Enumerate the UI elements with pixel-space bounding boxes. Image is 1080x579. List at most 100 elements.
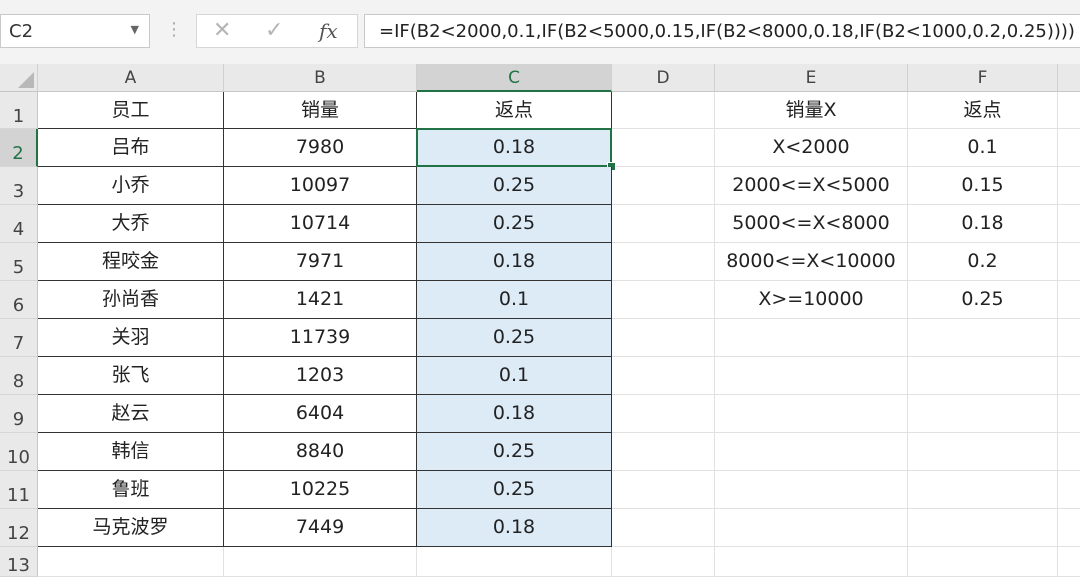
cell-e3[interactable]: 2000<=X<5000	[715, 167, 908, 205]
enter-icon[interactable]: ✓	[265, 18, 283, 43]
row-header-4[interactable]: 4	[0, 205, 38, 243]
cell-b5[interactable]: 7971	[224, 243, 417, 281]
cell-f11[interactable]	[908, 471, 1058, 509]
cell-a3[interactable]: 小乔	[38, 167, 224, 205]
cell-c6[interactable]: 0.1	[417, 281, 612, 319]
cell-c10[interactable]: 0.25	[417, 433, 612, 471]
col-header-a[interactable]: A	[38, 64, 224, 92]
cell-d6[interactable]	[612, 281, 715, 319]
cell-g9[interactable]	[1058, 395, 1080, 433]
cell-b9[interactable]: 6404	[224, 395, 417, 433]
cell-g10[interactable]	[1058, 433, 1080, 471]
col-header-d[interactable]: D	[612, 64, 715, 92]
cell-f9[interactable]	[908, 395, 1058, 433]
cell-e11[interactable]	[715, 471, 908, 509]
row-header-6[interactable]: 6	[0, 281, 38, 319]
cell-g3[interactable]	[1058, 167, 1080, 205]
cell-d13[interactable]	[612, 547, 715, 577]
cell-a4[interactable]: 大乔	[38, 205, 224, 243]
cell-a11[interactable]: 鲁班	[38, 471, 224, 509]
cell-c11[interactable]: 0.25	[417, 471, 612, 509]
cell-c8[interactable]: 0.1	[417, 357, 612, 395]
select-all-button[interactable]	[0, 64, 38, 92]
cell-d2[interactable]	[612, 129, 715, 167]
cell-a9[interactable]: 赵云	[38, 395, 224, 433]
cell-g1[interactable]	[1058, 92, 1080, 129]
cell-f13[interactable]	[908, 547, 1058, 577]
cell-d8[interactable]	[612, 357, 715, 395]
row-header-10[interactable]: 10	[0, 433, 38, 471]
cell-a7[interactable]: 关羽	[38, 319, 224, 357]
col-header-f[interactable]: F	[908, 64, 1058, 92]
cell-g4[interactable]	[1058, 205, 1080, 243]
row-header-7[interactable]: 7	[0, 319, 38, 357]
name-box-dropdown-icon[interactable]: ▼	[131, 23, 139, 36]
cell-d9[interactable]	[612, 395, 715, 433]
cell-a2[interactable]: 吕布	[38, 129, 224, 167]
cell-d10[interactable]	[612, 433, 715, 471]
cell-c12[interactable]: 0.18	[417, 509, 612, 547]
cell-f7[interactable]	[908, 319, 1058, 357]
cell-b12[interactable]: 7449	[224, 509, 417, 547]
cell-d5[interactable]	[612, 243, 715, 281]
cell-b6[interactable]: 1421	[224, 281, 417, 319]
cell-b2[interactable]: 7980	[224, 129, 417, 167]
cell-f5[interactable]: 0.2	[908, 243, 1058, 281]
cell-c1[interactable]: 返点	[417, 92, 612, 129]
row-header-5[interactable]: 5	[0, 243, 38, 281]
cell-c3[interactable]: 0.25	[417, 167, 612, 205]
cell-a1[interactable]: 员工	[38, 92, 224, 129]
row-header-11[interactable]: 11	[0, 471, 38, 509]
cell-c5[interactable]: 0.18	[417, 243, 612, 281]
cell-b3[interactable]: 10097	[224, 167, 417, 205]
cell-b11[interactable]: 10225	[224, 471, 417, 509]
cell-g13[interactable]	[1058, 547, 1080, 577]
cell-a10[interactable]: 韩信	[38, 433, 224, 471]
cell-c13[interactable]	[417, 547, 612, 577]
cell-e8[interactable]	[715, 357, 908, 395]
cell-b7[interactable]: 11739	[224, 319, 417, 357]
cell-e1[interactable]: 销量X	[715, 92, 908, 129]
cell-e6[interactable]: X>=10000	[715, 281, 908, 319]
cell-a6[interactable]: 孙尚香	[38, 281, 224, 319]
cell-g7[interactable]	[1058, 319, 1080, 357]
cell-d11[interactable]	[612, 471, 715, 509]
name-box[interactable]: C2 ▼	[0, 14, 150, 48]
cell-d7[interactable]	[612, 319, 715, 357]
row-header-12[interactable]: 12	[0, 509, 38, 547]
col-header-b[interactable]: B	[224, 64, 417, 92]
cell-e7[interactable]	[715, 319, 908, 357]
row-header-9[interactable]: 9	[0, 395, 38, 433]
cell-d3[interactable]	[612, 167, 715, 205]
insert-function-icon[interactable]: fx	[319, 19, 338, 43]
cell-e5[interactable]: 8000<=X<10000	[715, 243, 908, 281]
cell-g6[interactable]	[1058, 281, 1080, 319]
row-header-8[interactable]: 8	[0, 357, 38, 395]
cell-g8[interactable]	[1058, 357, 1080, 395]
cell-a12[interactable]: 马克波罗	[38, 509, 224, 547]
cell-b4[interactable]: 10714	[224, 205, 417, 243]
cell-g5[interactable]	[1058, 243, 1080, 281]
cancel-icon[interactable]: ✕	[213, 18, 231, 43]
cell-e10[interactable]	[715, 433, 908, 471]
cell-a5[interactable]: 程咬金	[38, 243, 224, 281]
cell-f10[interactable]	[908, 433, 1058, 471]
col-header-e[interactable]: E	[715, 64, 908, 92]
formula-input[interactable]: =IF(B2<2000,0.1,IF(B2<5000,0.15,IF(B2<80…	[364, 14, 1080, 48]
cell-c2[interactable]: 0.18	[417, 129, 612, 167]
row-header-1[interactable]: 1	[0, 92, 38, 129]
cell-g2[interactable]	[1058, 129, 1080, 167]
cell-e9[interactable]	[715, 395, 908, 433]
row-header-3[interactable]: 3	[0, 167, 38, 205]
cell-f4[interactable]: 0.18	[908, 205, 1058, 243]
cell-b8[interactable]: 1203	[224, 357, 417, 395]
cell-g12[interactable]	[1058, 509, 1080, 547]
row-header-2[interactable]: 2	[0, 129, 38, 167]
cell-g11[interactable]	[1058, 471, 1080, 509]
cell-e12[interactable]	[715, 509, 908, 547]
cell-f3[interactable]: 0.15	[908, 167, 1058, 205]
cell-c9[interactable]: 0.18	[417, 395, 612, 433]
row-header-13[interactable]: 13	[0, 547, 38, 577]
cell-a8[interactable]: 张飞	[38, 357, 224, 395]
cell-c4[interactable]: 0.25	[417, 205, 612, 243]
